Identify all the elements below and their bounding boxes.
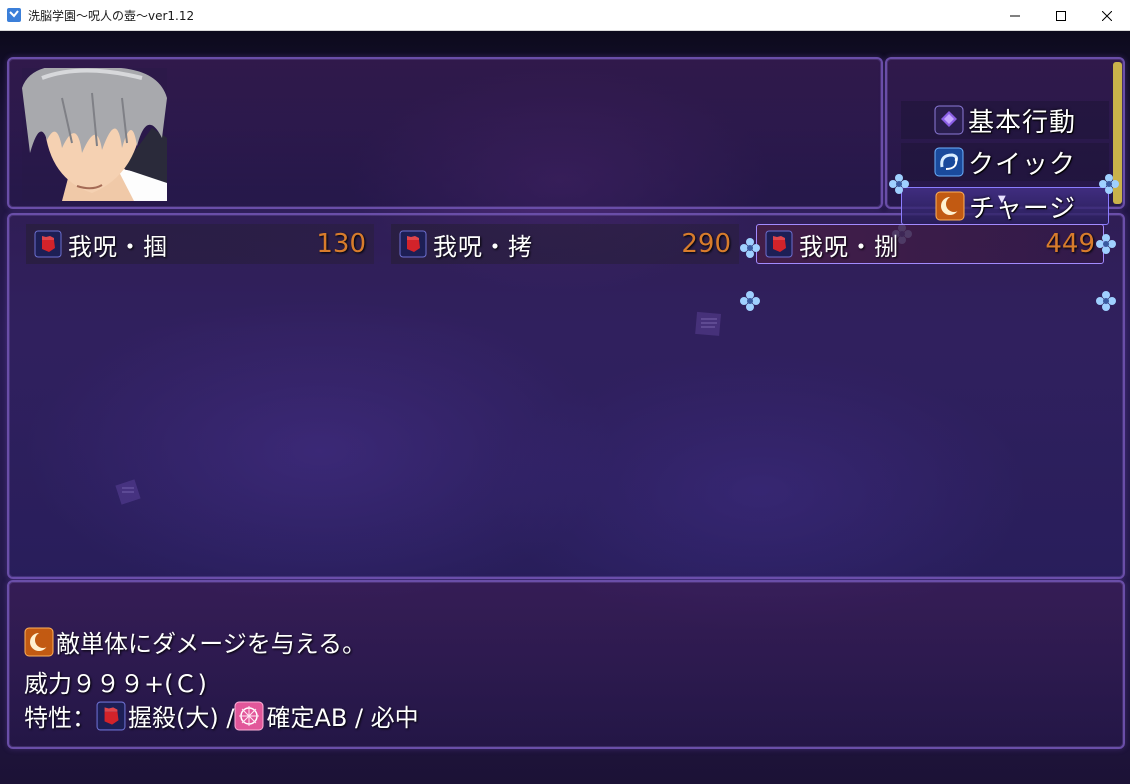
window-title: 洗脳学園～呪人の壺～ver1.12 [28,8,195,23]
skill-item-selected[interactable]: 我呪・捌 449 [756,224,1104,264]
maximize-icon [1056,10,1066,21]
skill-cost: 449 [1045,229,1095,259]
skill-name: 我呪・拷 [433,232,533,261]
command-label: クイック [968,149,1077,180]
command-basic-action[interactable]: 基本行動 [901,101,1109,139]
maximize-button[interactable] [1038,0,1084,31]
flower-ornament-icon [740,291,760,311]
skill-list-panel [7,213,1125,579]
swirl-icon [934,147,964,177]
command-label: チャージ [969,193,1077,224]
flower-ornament-icon [889,174,909,194]
close-button[interactable] [1084,0,1130,31]
flower-ornament-icon [1099,174,1119,194]
command-quick[interactable]: クイック [901,143,1109,181]
trait-sure-hit: 確定AB / 必中 [266,704,419,732]
app-icon [7,8,21,22]
help-text-line2: 威力９９９+(Ｃ) [24,670,207,698]
help-power: 威力９９９+(Ｃ) [24,664,207,699]
skill-item[interactable]: 我呪・掴 130 [26,224,374,264]
scroll-down-arrow-icon[interactable]: ▼ [998,194,1006,205]
fist-icon [765,230,793,258]
sigil-icon [234,701,264,730]
skill-name: 我呪・捌 [799,232,899,261]
skill-name: 我呪・掴 [68,232,168,261]
fist-icon [96,701,126,730]
command-charge[interactable]: チャージ [901,187,1109,225]
crescent-icon [935,191,965,221]
skill-cost: 290 [681,229,731,259]
flower-ornament-icon [1096,234,1116,254]
skill-cost: 130 [316,229,366,259]
flower-ornament-icon [740,238,760,258]
avatar [22,68,167,201]
traits-prefix: 特性： [24,704,96,732]
fist-icon [34,230,62,258]
close-icon [1102,10,1112,21]
minimize-icon [1010,15,1020,16]
command-label: 基本行動 [968,107,1077,138]
crescent-icon [24,627,54,656]
help-text-line1: 敵単体にダメージを与える。 [56,630,367,658]
character-portrait [22,68,167,201]
minimize-button[interactable] [992,0,1038,31]
help-description: 敵単体にダメージを与える。 [24,624,366,659]
scroll-icon [934,105,964,135]
fist-icon [399,230,427,258]
flower-ornament-icon [1096,291,1116,311]
skill-item[interactable]: 我呪・拷 290 [391,224,739,264]
trait-grip-kill: 握殺(大) / [128,704,235,732]
help-traits: 特性： 握殺(大) / 確定AB / 必中 [24,698,419,733]
window-titlebar: 洗脳学園～呪人の壺～ver1.12 [0,0,1130,31]
